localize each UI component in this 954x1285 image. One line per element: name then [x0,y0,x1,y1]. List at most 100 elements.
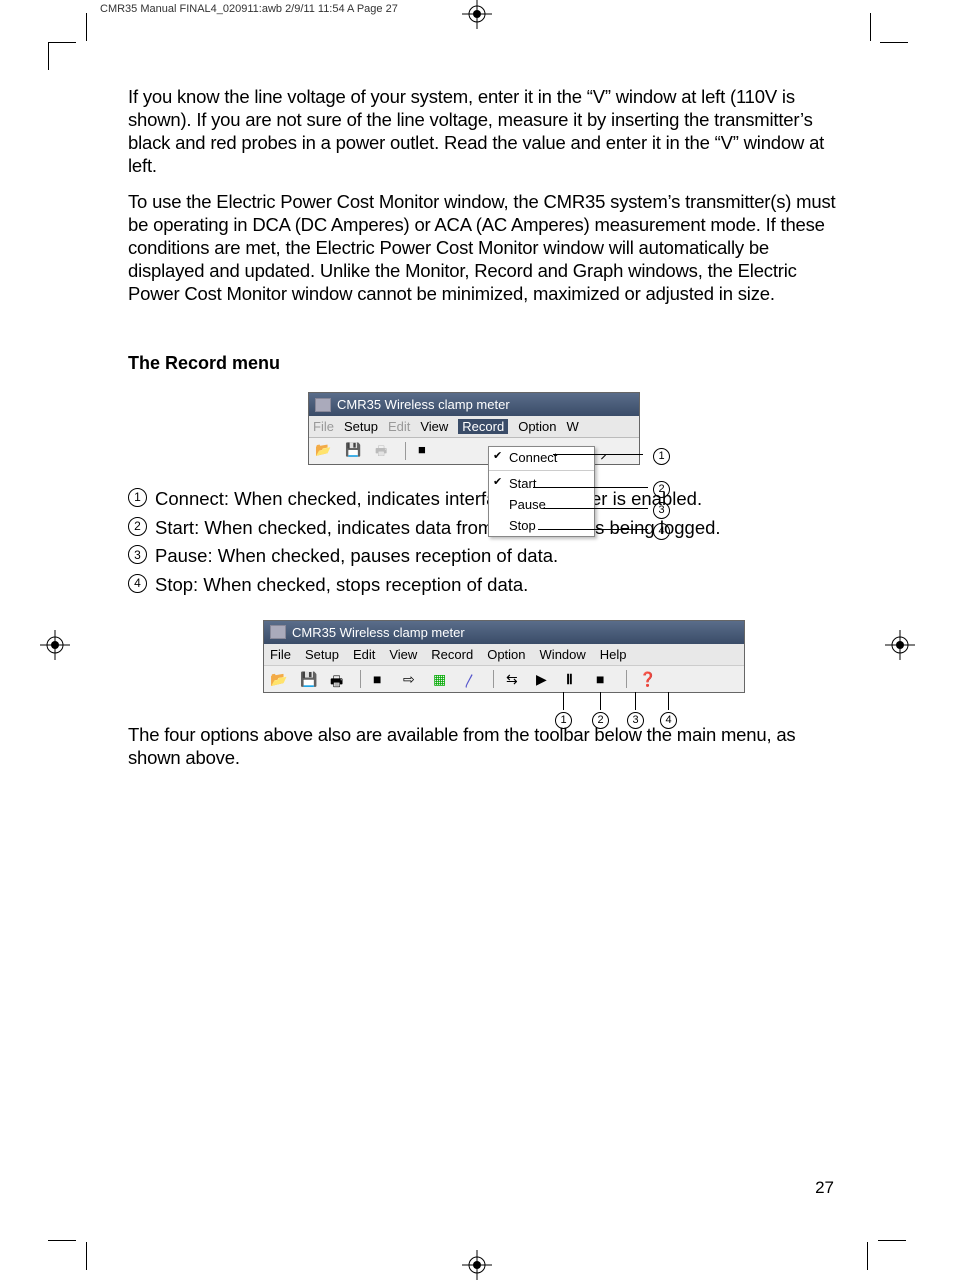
registration-mark-top [462,0,492,34]
stop2-icon[interactable]: ■ [596,671,614,687]
paragraph-1: If you know the line voltage of your sys… [128,85,848,178]
leader-line [533,487,648,488]
open-icon[interactable]: 📂 [315,442,333,458]
stop-toolbar-icon[interactable]: ■ [418,442,436,458]
export-icon[interactable]: ⇨ [403,671,421,687]
tick-line [600,692,601,710]
menu2-window[interactable]: Window [540,647,586,662]
crop-mark [48,42,49,70]
dropdown-start[interactable]: Start [489,473,594,494]
list-num-3: 3 [128,545,147,564]
menu2-help[interactable]: Help [600,647,627,662]
registration-mark-right [885,630,915,665]
dropdown-pause-label: Pause [509,497,546,512]
print-icon[interactable]: 🖶 [375,442,393,458]
list-text-4: Stop: When checked, stops reception of d… [155,571,528,600]
menu2-setup[interactable]: Setup [305,647,339,662]
menu2-edit[interactable]: Edit [353,647,375,662]
open-icon[interactable]: 📂 [270,671,288,687]
registration-mark-left [40,630,70,665]
menubar: File Setup Edit View Record Option W [309,416,639,438]
callout-1: 1 [653,446,670,465]
callout-4-num: 4 [653,523,670,540]
menu-w[interactable]: W [567,419,579,434]
separator [626,670,627,688]
callout-b3-num: 3 [627,712,644,729]
dropdown-connect[interactable]: Connect [489,447,594,468]
tick-line [635,692,636,710]
crop-mark [867,1242,868,1270]
dropdown-stop-label: Stop [509,518,536,533]
crop-mark [878,1240,906,1241]
app-window-2: CMR35 Wireless clamp meter File Setup Ed… [263,620,745,693]
dropdown-pause[interactable]: Pause [489,494,594,515]
connect-icon[interactable]: ⇆ [506,671,524,687]
play-icon[interactable]: ▶ [536,671,554,687]
callout-4: 4 [653,521,670,540]
list-text-1: Connect: When checked, indicates interfa… [155,485,702,514]
dropdown-connect-label: Connect [509,450,557,465]
dropdown-start-label: Start [509,476,536,491]
slug-text: CMR35 Manual FINAL4_020911:awb 2/9/11 11… [100,3,398,15]
callout-2-num: 2 [653,481,670,498]
callout-b1: 1 [555,710,572,729]
menu-option[interactable]: Option [518,419,556,434]
callout-b4-num: 4 [660,712,677,729]
excel-icon[interactable]: ▦ [433,671,451,687]
menu-setup[interactable]: Setup [344,419,378,434]
paragraph-2: To use the Electric Power Cost Monitor w… [128,190,848,306]
callout-3-num: 3 [653,502,670,519]
menu2-view[interactable]: View [389,647,417,662]
separator [493,670,494,688]
callout-1-num: 1 [653,448,670,465]
callout-b4: 4 [660,710,677,729]
crop-mark [48,1240,76,1241]
titlebar: CMR35 Wireless clamp meter [309,393,639,416]
crop-mark [870,13,871,41]
list-num-4: 4 [128,574,147,593]
print-icon[interactable]: 🖶 [330,671,348,687]
crop-mark [880,42,908,43]
menu-file[interactable]: File [313,419,334,434]
leader-line [553,454,643,455]
window-title: CMR35 Wireless clamp meter [337,397,510,412]
leader-line [538,529,648,530]
separator [360,670,361,688]
list-num-2: 2 [128,517,147,536]
callout-3: 3 [653,500,670,519]
graph-icon[interactable]: 〳 [463,671,481,687]
save-icon[interactable]: 💾 [345,442,363,458]
app-icon [315,398,331,412]
stop-icon[interactable]: ■ [373,671,391,687]
callout-b1-num: 1 [555,712,572,729]
menubar-2: File Setup Edit View Record Option Windo… [264,644,744,666]
leader-line [543,508,648,509]
callout-b2: 2 [592,710,609,729]
list-num-1: 1 [128,488,147,507]
menu2-option[interactable]: Option [487,647,525,662]
figure-record-menu: CMR35 Wireless clamp meter File Setup Ed… [308,392,688,465]
list-text-3: Pause: When checked, pauses reception of… [155,542,558,571]
page-content: If you know the line voltage of your sys… [128,85,848,781]
dropdown-stop[interactable]: Stop [489,515,594,536]
registration-mark-bottom [462,1250,492,1285]
menu-record[interactable]: Record [458,419,508,434]
menu2-file[interactable]: File [270,647,291,662]
record-dropdown: Connect Start Pause Stop [488,446,595,537]
list-item-3: 3 Pause: When checked, pauses reception o… [128,542,848,571]
tick-line [563,692,564,710]
callout-b2-num: 2 [592,712,609,729]
pause-icon[interactable]: Ⅱ [566,671,584,687]
menu-edit[interactable]: Edit [388,419,410,434]
list-text-2: Start: When checked, indicates data from… [155,514,721,543]
crop-mark [48,42,76,43]
menu-view[interactable]: View [420,419,448,434]
figure-toolbar: CMR35 Wireless clamp meter File Setup Ed… [263,620,763,693]
titlebar-2: CMR35 Wireless clamp meter [264,621,744,644]
dropdown-separator [489,470,594,471]
save-icon[interactable]: 💾 [300,671,318,687]
help-icon[interactable]: ❓ [639,671,657,687]
section-heading: The Record menu [128,353,848,374]
menu2-record[interactable]: Record [431,647,473,662]
crop-mark [86,1242,87,1270]
